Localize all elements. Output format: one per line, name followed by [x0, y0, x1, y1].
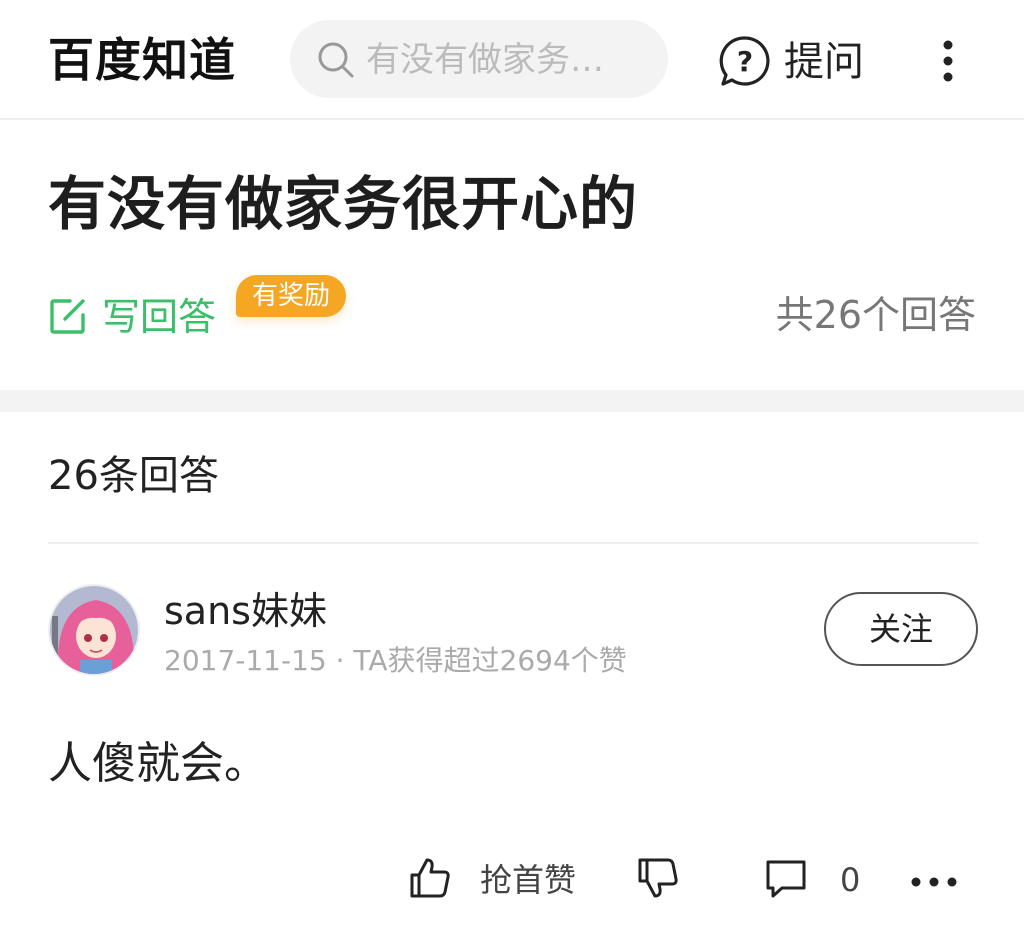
ask-label: 提问 — [784, 39, 864, 85]
avatar[interactable] — [48, 584, 140, 676]
app-logo[interactable]: 百度知道 — [48, 30, 236, 90]
answer-actions-bar: 抢首赞 0 — [0, 850, 1024, 910]
comment-count: 0 — [840, 861, 861, 899]
more-actions-button[interactable] — [908, 850, 964, 910]
divider — [48, 542, 978, 544]
answer-content: 人傻就会。 — [48, 738, 268, 789]
more-vertical-icon[interactable] — [930, 38, 966, 84]
comment-icon — [766, 860, 806, 898]
avatar-image — [50, 586, 138, 674]
dislike-button[interactable] — [636, 850, 684, 910]
answers-count-heading: 26条回答 — [48, 453, 219, 499]
search-placeholder: 有没有做家务… — [366, 40, 604, 80]
author-name[interactable]: sans妹妹 — [164, 586, 327, 636]
question-title: 有没有做家务很开心的 — [48, 170, 639, 238]
comment-button[interactable]: 0 — [764, 850, 874, 910]
svg-text:?: ? — [737, 45, 753, 78]
write-answer-label: 写回答 — [102, 295, 217, 339]
answer-meta: 2017-11-15 · TA获得超过2694个赞 — [164, 644, 627, 677]
top-bar: 百度知道 有没有做家务… ? 提问 — [0, 0, 1024, 120]
like-label: 抢首赞 — [480, 861, 577, 899]
thumbs-up-icon — [410, 858, 450, 898]
thumbs-down-icon — [638, 858, 678, 898]
search-box[interactable]: 有没有做家务… — [290, 20, 668, 98]
reward-badge: 有奖励 — [236, 275, 347, 317]
like-button[interactable]: 抢首赞 — [408, 850, 588, 910]
more-horizontal-icon — [911, 877, 957, 887]
follow-button[interactable]: 关注 — [824, 592, 978, 666]
section-divider-band — [0, 390, 1024, 412]
question-bubble-icon: ? — [719, 36, 770, 86]
total-answers-count: 共26个回答 — [775, 293, 976, 337]
search-icon — [318, 42, 354, 78]
edit-icon — [50, 299, 85, 334]
